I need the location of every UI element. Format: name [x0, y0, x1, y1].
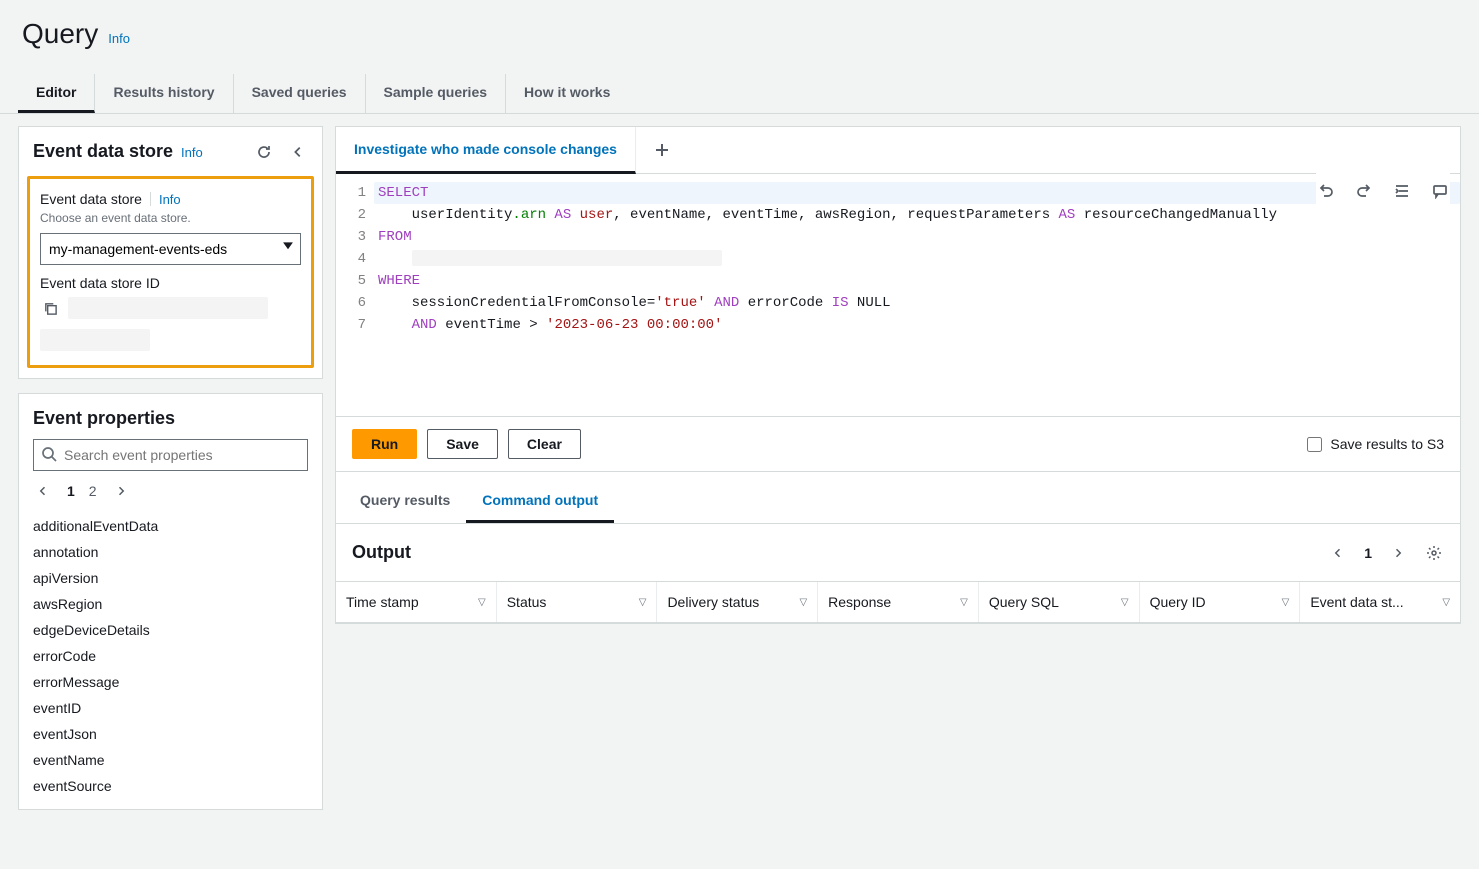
- prop-errorMessage[interactable]: errorMessage: [33, 669, 308, 695]
- pager-next-icon[interactable]: [111, 481, 131, 501]
- eds-info-link[interactable]: Info: [181, 145, 203, 160]
- main-tab-sample-queries[interactable]: Sample queries: [366, 74, 507, 113]
- pager-page-2[interactable]: 2: [89, 483, 97, 499]
- eds-box-label: Event data store: [40, 191, 142, 207]
- main-tab-results-history[interactable]: Results history: [95, 74, 233, 113]
- eds-id-redacted-2: [40, 329, 150, 351]
- sql-editor[interactable]: 1SELECT2 userIdentity.arn AS user, event…: [336, 174, 1460, 416]
- comment-icon[interactable]: [1430, 181, 1450, 201]
- eds-box-info[interactable]: Info: [159, 192, 181, 207]
- prop-eventID[interactable]: eventID: [33, 695, 308, 721]
- output-table-header: Time stamp▽Status▽Delivery status▽Respon…: [336, 581, 1460, 623]
- eds-id-redacted: [68, 297, 268, 319]
- event-properties-panel: Event properties 1 2 additionalEventData…: [18, 393, 323, 810]
- result-tabs: Query resultsCommand output: [336, 480, 1460, 524]
- result-tab-query-results[interactable]: Query results: [344, 480, 466, 523]
- prop-eventName[interactable]: eventName: [33, 747, 308, 773]
- prop-apiVersion[interactable]: apiVersion: [33, 565, 308, 591]
- output-page: 1: [1364, 545, 1372, 561]
- main-tab-saved-queries[interactable]: Saved queries: [234, 74, 366, 113]
- settings-icon[interactable]: [1424, 543, 1444, 563]
- props-pager: 1 2: [33, 481, 308, 501]
- refresh-icon[interactable]: [254, 142, 274, 162]
- add-tab-button[interactable]: [636, 128, 688, 172]
- page-title: Query Info: [22, 18, 1457, 50]
- sort-icon: ▽: [478, 597, 486, 608]
- pager-page-1[interactable]: 1: [67, 483, 75, 499]
- query-tab-active[interactable]: Investigate who made console changes: [336, 127, 636, 174]
- column-query-id[interactable]: Query ID▽: [1140, 582, 1301, 622]
- collapse-icon[interactable]: [288, 142, 308, 162]
- sort-icon: ▽: [960, 597, 968, 608]
- column-delivery-status[interactable]: Delivery status▽: [657, 582, 818, 622]
- prop-eventSource[interactable]: eventSource: [33, 773, 308, 799]
- prop-additionalEventData[interactable]: additionalEventData: [33, 513, 308, 539]
- eds-helper: Choose an event data store.: [40, 211, 301, 225]
- eds-title: Event data store: [33, 141, 173, 162]
- redo-icon[interactable]: [1354, 181, 1374, 201]
- prop-errorCode[interactable]: errorCode: [33, 643, 308, 669]
- page-info-link[interactable]: Info: [108, 31, 130, 46]
- column-status[interactable]: Status▽: [497, 582, 658, 622]
- prop-edgeDeviceDetails[interactable]: edgeDeviceDetails: [33, 617, 308, 643]
- event-data-store-panel: Event data store Info Event data store: [18, 126, 323, 379]
- main-tabs: EditorResults historySaved queriesSample…: [0, 74, 1479, 114]
- main-tab-how-it-works[interactable]: How it works: [506, 74, 628, 113]
- save-s3-row[interactable]: Save results to S3: [1307, 436, 1444, 452]
- output-title: Output: [352, 542, 411, 563]
- sort-icon: ▽: [1442, 597, 1450, 608]
- column-time-stamp[interactable]: Time stamp▽: [336, 582, 497, 622]
- sort-icon: ▽: [1121, 597, 1129, 608]
- sort-icon: ▽: [799, 597, 807, 608]
- save-s3-label: Save results to S3: [1330, 436, 1444, 452]
- sort-icon: ▽: [639, 597, 647, 608]
- column-query-sql[interactable]: Query SQL▽: [979, 582, 1140, 622]
- main-tab-editor[interactable]: Editor: [18, 74, 95, 113]
- eds-select[interactable]: my-management-events-eds: [40, 233, 301, 265]
- save-button[interactable]: Save: [427, 429, 498, 459]
- column-event-data-st-[interactable]: Event data st...▽: [1300, 582, 1460, 622]
- format-icon[interactable]: [1392, 181, 1412, 201]
- output-prev-icon[interactable]: [1328, 543, 1348, 563]
- run-button[interactable]: Run: [352, 429, 417, 459]
- prop-eventJson[interactable]: eventJson: [33, 721, 308, 747]
- sort-icon: ▽: [1282, 597, 1290, 608]
- search-icon: [41, 446, 57, 462]
- prop-annotation[interactable]: annotation: [33, 539, 308, 565]
- column-response[interactable]: Response▽: [818, 582, 979, 622]
- search-input[interactable]: [33, 439, 308, 471]
- props-list: additionalEventDataannotationapiVersiona…: [33, 513, 308, 799]
- prop-awsRegion[interactable]: awsRegion: [33, 591, 308, 617]
- result-tab-command-output[interactable]: Command output: [466, 480, 614, 523]
- clear-button[interactable]: Clear: [508, 429, 581, 459]
- query-tab-strip: Investigate who made console changes: [336, 127, 1460, 174]
- eds-highlight-box: Event data store Info Choose an event da…: [27, 176, 314, 368]
- props-title: Event properties: [33, 408, 308, 429]
- eds-id-label: Event data store ID: [40, 275, 301, 291]
- undo-icon[interactable]: [1316, 181, 1336, 201]
- save-s3-checkbox[interactable]: [1307, 437, 1322, 452]
- page-title-text: Query: [22, 18, 98, 50]
- copy-icon[interactable]: [40, 298, 60, 318]
- pager-prev-icon[interactable]: [33, 481, 53, 501]
- output-next-icon[interactable]: [1388, 543, 1408, 563]
